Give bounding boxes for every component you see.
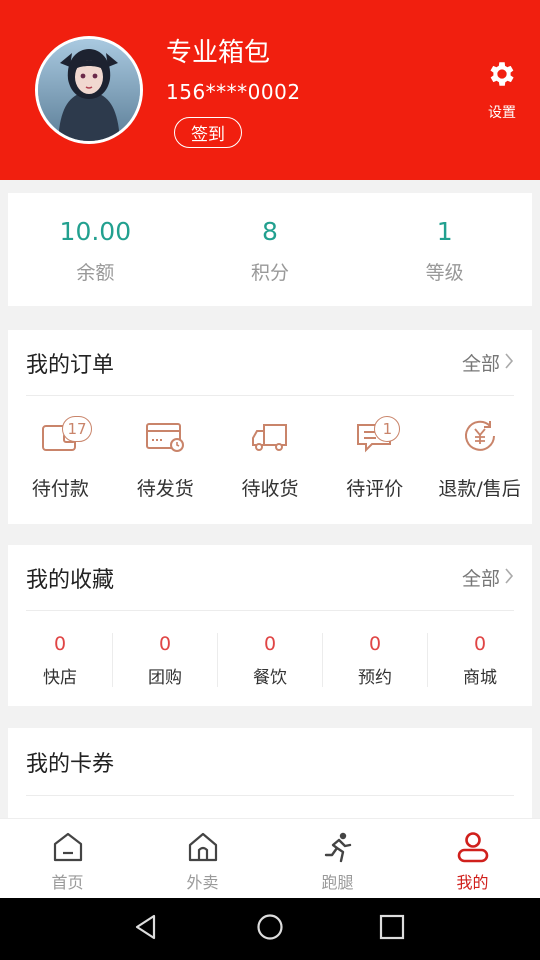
stat-label: 积分 [251,262,290,284]
order-label: 待评价 [346,478,404,500]
favorite-group-buy[interactable]: 0 团购 [113,633,218,688]
account-stats: 10.00 余额 8 积分 1 等级 [8,193,532,306]
favorite-reservations[interactable]: 0 预约 [323,633,428,688]
favorites-header: 我的收藏 全部 [26,545,514,611]
home-circle-icon[interactable] [255,912,285,946]
tab-home[interactable]: 首页 [0,819,135,898]
username: 专业箱包 [166,38,271,68]
settings-label: 设置 [488,105,516,121]
favorite-label: 商城 [463,668,497,688]
favorite-count: 0 [158,633,172,655]
favorite-label: 团购 [148,668,182,688]
checkin-button[interactable]: 签到 [174,117,242,148]
order-label: 退款/售后 [438,478,521,500]
order-refund-aftersales[interactable]: 退款/售后 [427,410,532,501]
stat-value: 8 [262,217,278,246]
user-icon [456,832,490,867]
favorites-view-all-link[interactable]: 全部 [462,564,514,591]
runner-icon [321,832,355,867]
avatar[interactable] [35,36,143,144]
chevron-right-icon [504,567,514,589]
tab-label: 外卖 [186,873,219,892]
favorite-label: 快店 [43,668,77,688]
badge-count: 1 [374,416,401,442]
bottom-tab-bar: 首页 外卖 跑腿 我的 [0,818,540,898]
tab-label: 跑腿 [321,873,354,892]
order-label: 待收货 [241,478,299,500]
tab-label: 首页 [51,873,84,892]
store-icon [186,832,220,867]
stat-label: 等级 [425,262,464,284]
phone-number: 156****0002 [166,80,301,104]
order-pending-shipment[interactable]: 待发货 [113,410,218,501]
coupons-section: 我的卡券 [8,728,532,828]
settings-button[interactable]: 设置 [482,58,522,122]
favorite-count: 0 [53,633,67,655]
recents-square-icon[interactable] [378,912,406,946]
favorites-section: 我的收藏 全部 0 快店 0 团购 0 餐饮 0 预约 0 商城 [8,545,532,706]
stat-points[interactable]: 8 积分 [183,193,358,306]
orders-view-all-link[interactable]: 全部 [462,349,514,376]
order-label: 待付款 [31,478,89,500]
tab-label: 我的 [456,873,489,892]
order-pending-receipt[interactable]: 待收货 [218,410,323,501]
view-all-label: 全部 [461,353,500,375]
section-title: 我的卡券 [26,751,115,777]
home-icon [51,832,85,867]
yuan-refund-icon [460,418,500,458]
card-clock-icon [145,419,185,457]
tab-profile[interactable]: 我的 [405,819,540,898]
section-title: 我的收藏 [26,567,115,593]
favorite-shops[interactable]: 0 快店 [8,633,113,688]
back-icon[interactable] [132,912,160,946]
tab-errands[interactable]: 跑腿 [270,819,405,898]
badge-count: 17 [62,416,92,442]
truck-icon [250,419,290,457]
stat-value: 10.00 [59,217,132,246]
section-title: 我的订单 [26,352,115,378]
stat-value: 1 [436,217,453,246]
gear-icon [486,62,518,94]
favorite-count: 0 [473,633,487,655]
favorite-count: 0 [263,633,277,655]
favorite-count: 0 [368,633,382,655]
stat-level[interactable]: 1 等级 [357,193,532,306]
chevron-right-icon [504,352,514,374]
favorite-label: 预约 [358,668,392,688]
tab-takeout[interactable]: 外卖 [135,819,270,898]
view-all-label: 全部 [461,568,500,590]
favorite-dining[interactable]: 0 餐饮 [218,633,323,688]
favorite-label: 餐饮 [253,668,287,688]
system-navigation-bar [0,898,540,960]
order-pending-review[interactable]: 1 待评价 [322,410,427,501]
favorite-mall[interactable]: 0 商城 [428,633,532,688]
stat-label: 余额 [76,262,115,284]
orders-section: 我的订单 全部 17 待付款 待发货 待收货 1 待评价 退款/售后 [8,330,532,524]
order-label: 待发货 [136,478,194,500]
coupons-header[interactable]: 我的卡券 [26,728,514,796]
order-pending-payment[interactable]: 17 待付款 [8,410,113,501]
profile-header: 专业箱包 156****0002 签到 设置 [0,0,540,180]
stat-balance[interactable]: 10.00 余额 [8,193,183,306]
orders-header: 我的订单 全部 [26,330,514,396]
